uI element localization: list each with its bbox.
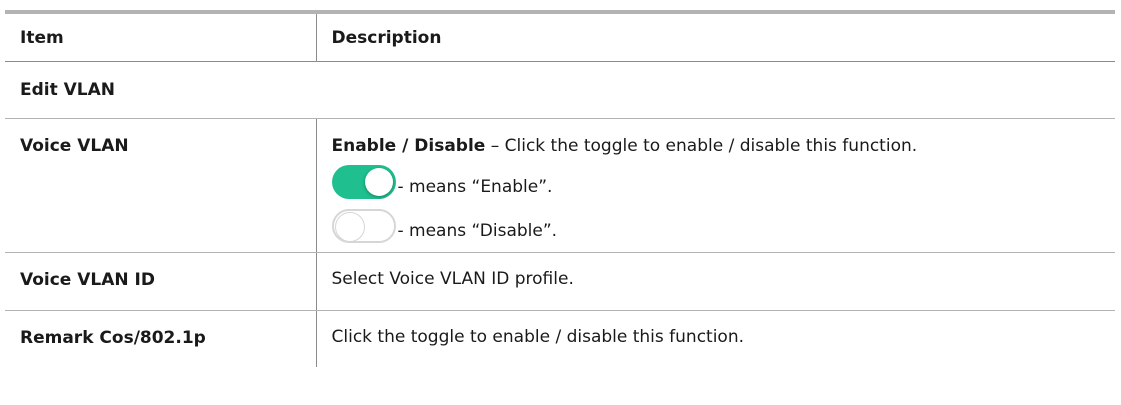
row-description-voice-vlan: Enable / Disable – Click the toggle to e…	[316, 118, 1116, 253]
toggle-on-icon	[331, 165, 396, 199]
row-item-remark-cos: Remark Cos/802.1p	[5, 310, 317, 367]
toggle-off-label: - means “Disable”.	[397, 221, 558, 241]
table-header: Item Description	[5, 14, 1115, 62]
header-description: Description	[316, 14, 1115, 62]
toggle-on-label: - means “Enable”.	[397, 177, 553, 197]
header-item: Item	[5, 14, 317, 62]
table-row: Voice VLAN ID Select Voice VLAN ID profi…	[5, 252, 1115, 311]
toggle-off-icon	[331, 209, 396, 243]
description-line: Enable / Disable – Click the toggle to e…	[332, 135, 1116, 157]
toggle-on-example: - means “Enable”.	[331, 165, 1116, 199]
row-description-voice-vlan-id: Select Voice VLAN ID profile.	[316, 252, 1115, 311]
section-row: Edit VLAN	[5, 61, 1115, 119]
row-item-voice-vlan-id: Voice VLAN ID	[5, 252, 317, 311]
row-description-remark-cos: Click the toggle to enable / disable thi…	[331, 327, 745, 347]
row-item-voice-vlan: Voice VLAN	[5, 118, 317, 253]
table-row: Remark Cos/802.1p Click the toggle to en…	[5, 310, 1115, 367]
toggle-off-example: - means “Disable”.	[331, 209, 1116, 252]
description-text: – Click the toggle to enable / disable t…	[485, 136, 918, 156]
table-row: Voice VLAN Enable / Disable – Click the …	[5, 118, 1116, 253]
description-table: Item Description Edit VLAN Voice VLAN En…	[5, 10, 1115, 367]
section-title: Edit VLAN	[5, 61, 1115, 119]
description-bold: Enable / Disable	[331, 136, 486, 156]
